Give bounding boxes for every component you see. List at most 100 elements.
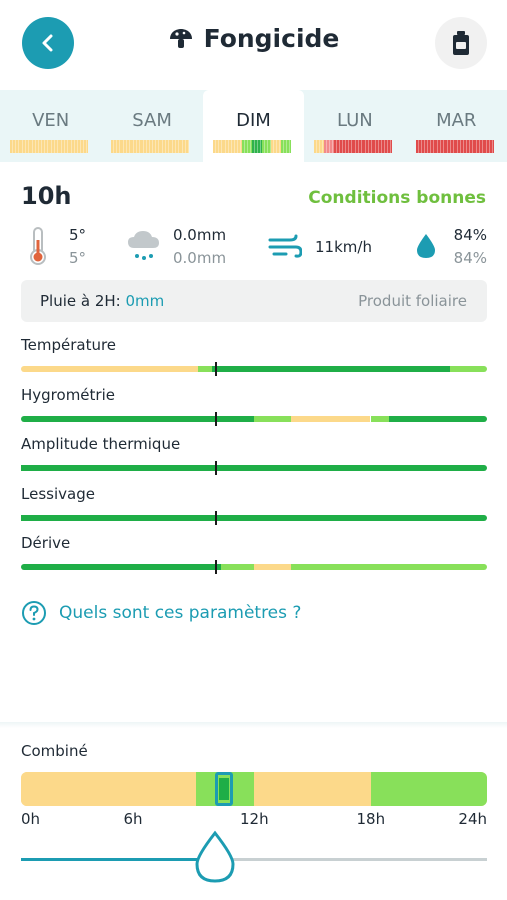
combined-label: Combiné [21, 742, 88, 760]
tab-forecast-segment [314, 140, 324, 153]
parameter-bar-segment [370, 415, 390, 422]
parameter-bar-segment [221, 564, 254, 570]
tab-forecast-bar [415, 140, 494, 153]
tab-forecast-bar [212, 140, 291, 153]
tab-forecast-bar [10, 140, 88, 153]
humidity-sub-value: 84% [453, 249, 487, 267]
tab-forecast-segment [169, 140, 180, 153]
tab-forecast-segment [372, 140, 383, 153]
product-can-icon [453, 31, 469, 55]
parameter-bar-segment [389, 415, 487, 422]
tab-forecast-segment [382, 140, 393, 153]
combined-segment [21, 772, 196, 806]
parameter-bar-segment [21, 564, 222, 570]
thermometer-icon [30, 227, 46, 265]
parameter-bar [21, 461, 487, 475]
parameters-help-link[interactable]: Quels sont ces paramètres ? [21, 600, 301, 626]
current-time-marker [215, 411, 217, 426]
tab-label: DIM [236, 110, 271, 131]
tab-forecast-bar [314, 140, 393, 153]
current-time-marker [215, 560, 217, 574]
weather-summary: 5° 5° 0.0mm 0.0mm 11km/h 84% 84% [0, 222, 507, 272]
tab-forecast-segment [49, 140, 59, 153]
hour-slider-track[interactable] [21, 858, 487, 861]
tab-dim[interactable]: DIM [202, 90, 305, 162]
parameter-bar-segment [21, 366, 199, 372]
tab-forecast-segment [19, 140, 30, 153]
question-circle-icon [22, 601, 46, 625]
combined-segment [254, 772, 371, 806]
tab-forecast-segment [333, 140, 344, 153]
product-button[interactable] [435, 17, 487, 69]
tab-label: MAR [436, 110, 477, 131]
tab-forecast-segment [353, 140, 363, 153]
hour-tick-label: 12h [240, 810, 269, 828]
hour-tick-label: 6h [123, 810, 143, 828]
combined-timeline-bar[interactable] [21, 772, 487, 806]
hour-tick-label: 0h [21, 810, 41, 828]
selected-hour-fill [219, 778, 230, 800]
mushroom-icon [169, 28, 192, 48]
current-time-marker [215, 461, 217, 475]
section-divider [0, 722, 507, 728]
tab-forecast-segment [435, 140, 445, 153]
tab-forecast-segment [323, 140, 334, 153]
combined-segment [370, 772, 487, 806]
conditions-status: Conditions bonnes [308, 188, 486, 208]
tab-forecast-segment [242, 140, 252, 153]
tab-forecast-segment [58, 140, 69, 153]
tab-forecast-segment [261, 140, 272, 153]
tab-forecast-segment [10, 140, 20, 153]
tab-forecast-segment [179, 140, 190, 153]
selected-hour-indicator [215, 772, 234, 806]
rain-forecast-value: 0mm [125, 292, 165, 310]
parameter-bar-segment [291, 415, 371, 422]
tab-ven[interactable]: VEN [0, 90, 101, 162]
temperature-sub-value: 5° [69, 249, 87, 267]
parameter-bar-segment [254, 564, 292, 570]
parameter-bar-segment [291, 564, 487, 570]
tab-mar[interactable]: MAR [406, 90, 507, 162]
tab-forecast-segment [251, 140, 262, 153]
product-type: Produit foliaire [358, 292, 467, 310]
tab-forecast-segment [68, 140, 79, 153]
tab-lun[interactable]: LUN [304, 90, 405, 162]
tab-forecast-segment [474, 140, 484, 153]
tab-forecast-segment [483, 140, 494, 153]
wind-value: 11km/h [315, 238, 372, 256]
drop-thumb-icon[interactable] [193, 830, 237, 884]
humidity-value: 84% [453, 226, 487, 244]
parameter-label: Dérive [21, 534, 71, 552]
tab-forecast-segment [212, 140, 223, 153]
parameter-bar-segment [21, 415, 254, 422]
day-tabs: VEN SAM DIM LUN MAR [0, 90, 507, 162]
wind-icon [268, 234, 302, 258]
tab-sam[interactable]: SAM [101, 90, 202, 162]
tab-forecast-segment [130, 140, 141, 153]
tab-label: VEN [32, 110, 70, 131]
tab-forecast-segment [271, 140, 282, 153]
tab-forecast-segment [29, 140, 40, 153]
tab-forecast-segment [464, 140, 475, 153]
tab-label: LUN [336, 110, 373, 131]
tab-forecast-segment [78, 140, 88, 153]
parameter-label: Lessivage [21, 484, 95, 503]
tab-forecast-segment [121, 140, 131, 153]
tab-forecast-segment [343, 140, 354, 153]
temperature-value: 5° [69, 226, 87, 244]
tab-forecast-segment [281, 140, 291, 153]
parameter-bar-segment [198, 366, 213, 372]
hour-tick-label: 18h [356, 810, 386, 828]
app-header: Fongicide [0, 0, 507, 88]
tab-forecast-segment [454, 140, 465, 153]
rain-value: 0.0mm [173, 226, 227, 244]
parameter-bar [21, 510, 487, 525]
tab-forecast-segment [150, 140, 161, 153]
hour-tick-label: 24h [458, 810, 487, 828]
help-link-text: Quels sont ces paramètres ? [59, 603, 302, 623]
tab-forecast-segment [39, 140, 49, 153]
water-drop-icon [417, 234, 435, 258]
parameter-bar [21, 362, 487, 376]
tab-forecast-segment [362, 140, 373, 153]
tab-forecast-segment [425, 140, 436, 153]
